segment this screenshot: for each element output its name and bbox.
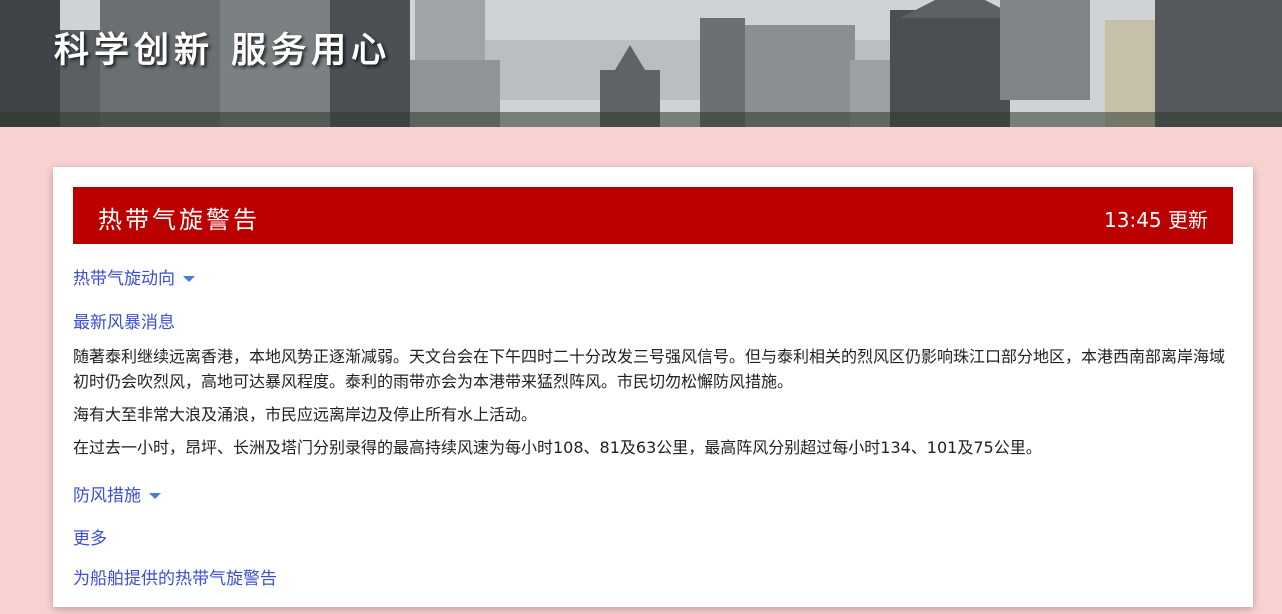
precautions-label: 防风措施 — [73, 486, 141, 506]
precautions-link[interactable]: 防风措施 — [73, 481, 161, 506]
banner-slogan: 科学创新 服务用心 — [54, 31, 392, 71]
latest-storm-news-link[interactable]: 最新风暴消息 — [73, 308, 175, 333]
update-time: 13:45 更新 — [1104, 208, 1208, 232]
header-banner: 科学创新 服务用心 — [0, 0, 1282, 127]
chevron-down-icon — [183, 276, 195, 282]
news-paragraph-1: 随著泰利继续远离香港，本地风势正逐渐减弱。天文台会在下午四时二十分改发三号强风信… — [73, 347, 1226, 391]
chevron-down-icon — [149, 493, 161, 499]
warning-title-bar: 热带气旋警告 13:45 更新 — [73, 187, 1233, 244]
news-paragraph-2: 海有大至非常大浪及涌浪，市民应远离岸边及停止所有水上活动。 — [73, 405, 538, 424]
warning-card: 热带气旋警告 13:45 更新 热带气旋动向 最新风暴消息 随著泰利继续远离香港… — [53, 167, 1253, 607]
news-paragraph-3: 在过去一小时，昂坪、长洲及塔门分别录得的最高持续风速为每小时108、81及63公… — [73, 438, 1042, 457]
warning-title: 热带气旋警告 — [98, 206, 260, 234]
ships-warning-link[interactable]: 为船舶提供的热带气旋警告 — [73, 564, 277, 589]
cyclone-movement-label: 热带气旋动向 — [73, 269, 175, 289]
more-link[interactable]: 更多 — [73, 524, 107, 549]
cyclone-movement-link[interactable]: 热带气旋动向 — [73, 264, 195, 289]
